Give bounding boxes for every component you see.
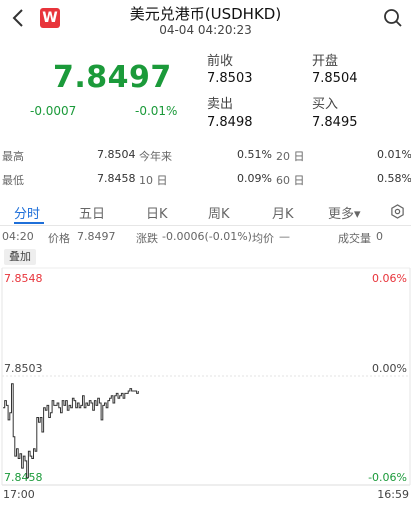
y-right-mid: 0.00% bbox=[372, 362, 407, 375]
y-right-bottom: -0.06% bbox=[368, 471, 407, 484]
y-right-top: 0.06% bbox=[372, 272, 407, 285]
open-label: 开盘 bbox=[312, 54, 339, 69]
tab-daily-k[interactable]: 日K bbox=[146, 203, 168, 222]
quote-timestamp: 04-04 04:20:23 bbox=[159, 23, 252, 37]
tab-intraday[interactable]: 分时 bbox=[14, 203, 40, 222]
prev-close-value: 7.8503 bbox=[207, 71, 253, 86]
search-icon[interactable] bbox=[383, 8, 403, 28]
settings-icon[interactable] bbox=[390, 204, 405, 219]
low-label: 最低 bbox=[2, 174, 24, 187]
overlay-button[interactable]: 叠加 bbox=[4, 249, 36, 265]
d10-label: 10 日 bbox=[139, 174, 168, 187]
open-value: 7.8504 bbox=[312, 71, 358, 86]
y-left-top: 7.8548 bbox=[4, 272, 43, 285]
tab-more[interactable]: 更多▾ bbox=[328, 203, 361, 222]
d10-value: 0.09% bbox=[237, 172, 272, 185]
y-left-bottom: 7.8458 bbox=[4, 471, 43, 484]
info-avg-value: — bbox=[279, 230, 290, 243]
x-tick-start: 17:00 bbox=[3, 488, 35, 501]
ytd-label: 今年来 bbox=[139, 150, 172, 163]
price-change-pct: -0.01% bbox=[135, 104, 178, 118]
prev-close-label: 前收 bbox=[207, 54, 234, 69]
ytd-value: 0.51% bbox=[237, 148, 272, 161]
ask-label: 卖出 bbox=[207, 97, 234, 112]
price-change: -0.0007 bbox=[30, 104, 77, 118]
x-tick-end: 16:59 bbox=[377, 488, 409, 501]
info-change-value: -0.0006(-0.01%) bbox=[162, 230, 252, 243]
d20-value: 0.01% bbox=[377, 148, 411, 161]
crosshair-time: 04:20 bbox=[2, 230, 34, 243]
info-avg-label: 均价 bbox=[252, 232, 274, 245]
intraday-chart: 7.8548 7.8503 7.8458 0.06% 0.00% -0.06% … bbox=[1, 267, 411, 501]
page-title: 美元兑港币(USDHKD) bbox=[129, 5, 282, 23]
info-price-label: 价格 bbox=[48, 232, 70, 245]
active-tab-indicator bbox=[14, 222, 44, 224]
tab-monthly-k[interactable]: 月K bbox=[272, 203, 294, 222]
info-volume-label: 成交量 bbox=[338, 232, 371, 245]
tab-five-day[interactable]: 五日 bbox=[79, 203, 105, 222]
high-value: 7.8504 bbox=[97, 148, 136, 161]
d60-label: 60 日 bbox=[276, 174, 305, 187]
last-price: 7.8497 bbox=[53, 60, 172, 95]
info-change-label: 涨跌 bbox=[136, 232, 158, 245]
y-left-mid: 7.8503 bbox=[4, 362, 43, 375]
d20-label: 20 日 bbox=[276, 150, 305, 163]
d60-value: 0.58% bbox=[377, 172, 411, 185]
low-value: 7.8458 bbox=[97, 172, 136, 185]
info-price-value: 7.8497 bbox=[77, 230, 116, 243]
info-volume-value: 0 bbox=[376, 230, 383, 243]
ask-value: 7.8498 bbox=[207, 115, 253, 130]
high-label: 最高 bbox=[2, 150, 24, 163]
price-series-line bbox=[3, 383, 139, 479]
bid-label: 买入 bbox=[312, 97, 339, 112]
bid-value: 7.8495 bbox=[312, 115, 358, 130]
chart-tabs: 分时 五日 日K 周K 月K 更多▾ bbox=[0, 198, 411, 226]
tab-weekly-k[interactable]: 周K bbox=[208, 203, 230, 222]
